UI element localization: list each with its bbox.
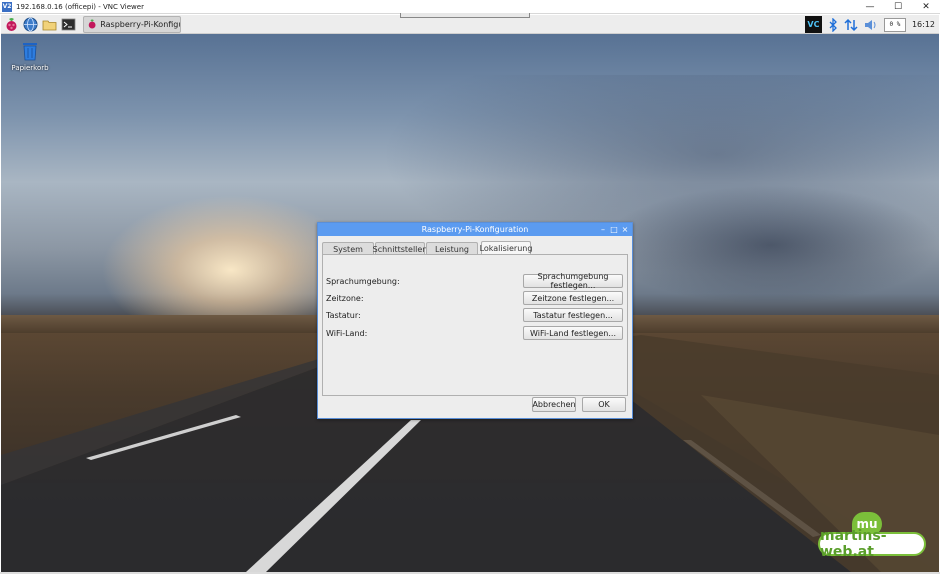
- ok-button[interactable]: OK: [582, 397, 626, 412]
- window-title: 192.168.0.16 (officepi) - VNC Viewer: [16, 2, 144, 11]
- watermark-pill: martins-web.at: [818, 528, 926, 560]
- tab-lokalisierung[interactable]: Lokalisierung: [480, 241, 532, 255]
- vnc-server-icon[interactable]: VC: [804, 16, 822, 33]
- volume-icon[interactable]: [864, 19, 878, 31]
- watermark-text: martins-web.at: [820, 528, 887, 560]
- clock[interactable]: 16:12: [912, 20, 935, 29]
- raspberry-icon: [88, 19, 96, 29]
- tastatur-label: Tastatur:: [326, 310, 361, 320]
- dialog-title: Raspberry-Pi-Konfiguration: [421, 225, 529, 234]
- vnc-toolbar-handle[interactable]: [400, 13, 530, 18]
- cpu-usage-monitor[interactable]: 0 %: [883, 17, 906, 32]
- dialog-controls: – □ ×: [597, 223, 630, 236]
- sprachumgebung-label: Sprachumgebung:: [326, 276, 400, 286]
- vnc-window-titlebar[interactable]: V2 192.168.0.16 (officepi) - VNC Viewer …: [0, 0, 940, 14]
- terminal-icon[interactable]: [60, 16, 77, 33]
- bluetooth-icon[interactable]: [828, 17, 838, 32]
- dialog-titlebar[interactable]: Raspberry-Pi-Konfiguration – □ ×: [318, 223, 632, 236]
- watermark-logo: mu martins-web.at: [818, 512, 926, 560]
- web-browser-icon[interactable]: [22, 16, 39, 33]
- dialog-minimize-button[interactable]: –: [598, 225, 608, 235]
- lokalisierung-panel: Sprachumgebung: Sprachumgebung festlegen…: [322, 254, 628, 396]
- window-controls: — ☐ ✕: [856, 0, 940, 14]
- taskbar-item-raspi-config[interactable]: Raspberry-Pi-Konfigur...: [83, 15, 181, 33]
- network-updown-icon[interactable]: [844, 18, 858, 32]
- trash-icon: [23, 43, 37, 61]
- raspi-config-dialog: Raspberry-Pi-Konfiguration – □ × System …: [317, 222, 633, 419]
- desktop-trash[interactable]: Papierkorb: [11, 40, 49, 72]
- dialog-maximize-button[interactable]: □: [609, 225, 619, 235]
- dialog-close-button[interactable]: ×: [620, 225, 630, 235]
- window-minimize-button[interactable]: —: [856, 0, 884, 14]
- cancel-button[interactable]: Abbrechen: [532, 397, 576, 412]
- file-manager-icon[interactable]: [41, 16, 58, 33]
- window-maximize-button[interactable]: ☐: [884, 0, 912, 14]
- window-close-button[interactable]: ✕: [912, 0, 940, 14]
- set-timezone-button[interactable]: Zeitzone festlegen...: [523, 291, 623, 305]
- dialog-tabs: System Schnittstellen Leistung Lokalisie…: [322, 241, 532, 255]
- row-sprachumgebung: Sprachumgebung: Sprachumgebung festlegen…: [326, 272, 626, 290]
- dialog-footer: Abbrechen OK: [526, 397, 626, 412]
- vnc-viewer-logo-icon: V2: [2, 1, 12, 12]
- remote-desktop[interactable]: Raspberry-Pi-Konfigur... VC 0 % 16:12: [1, 15, 939, 572]
- wifi-land-label: WiFi-Land:: [326, 328, 368, 338]
- system-tray: VC 0 % 16:12: [799, 15, 935, 34]
- row-wifi-land: WiFi-Land: WiFi-Land festlegen...: [326, 326, 626, 340]
- row-tastatur: Tastatur: Tastatur festlegen...: [326, 308, 626, 322]
- taskbar-item-label: Raspberry-Pi-Konfigur...: [100, 19, 180, 29]
- row-zeitzone: Zeitzone: Zeitzone festlegen...: [326, 291, 626, 305]
- set-keyboard-button[interactable]: Tastatur festlegen...: [523, 308, 623, 322]
- raspberry-menu-icon[interactable]: [3, 16, 20, 33]
- set-locale-button[interactable]: Sprachumgebung festlegen...: [523, 272, 623, 290]
- trash-label: Papierkorb: [11, 64, 49, 72]
- set-wifi-country-button[interactable]: WiFi-Land festlegen...: [523, 326, 623, 340]
- zeitzone-label: Zeitzone:: [326, 293, 364, 303]
